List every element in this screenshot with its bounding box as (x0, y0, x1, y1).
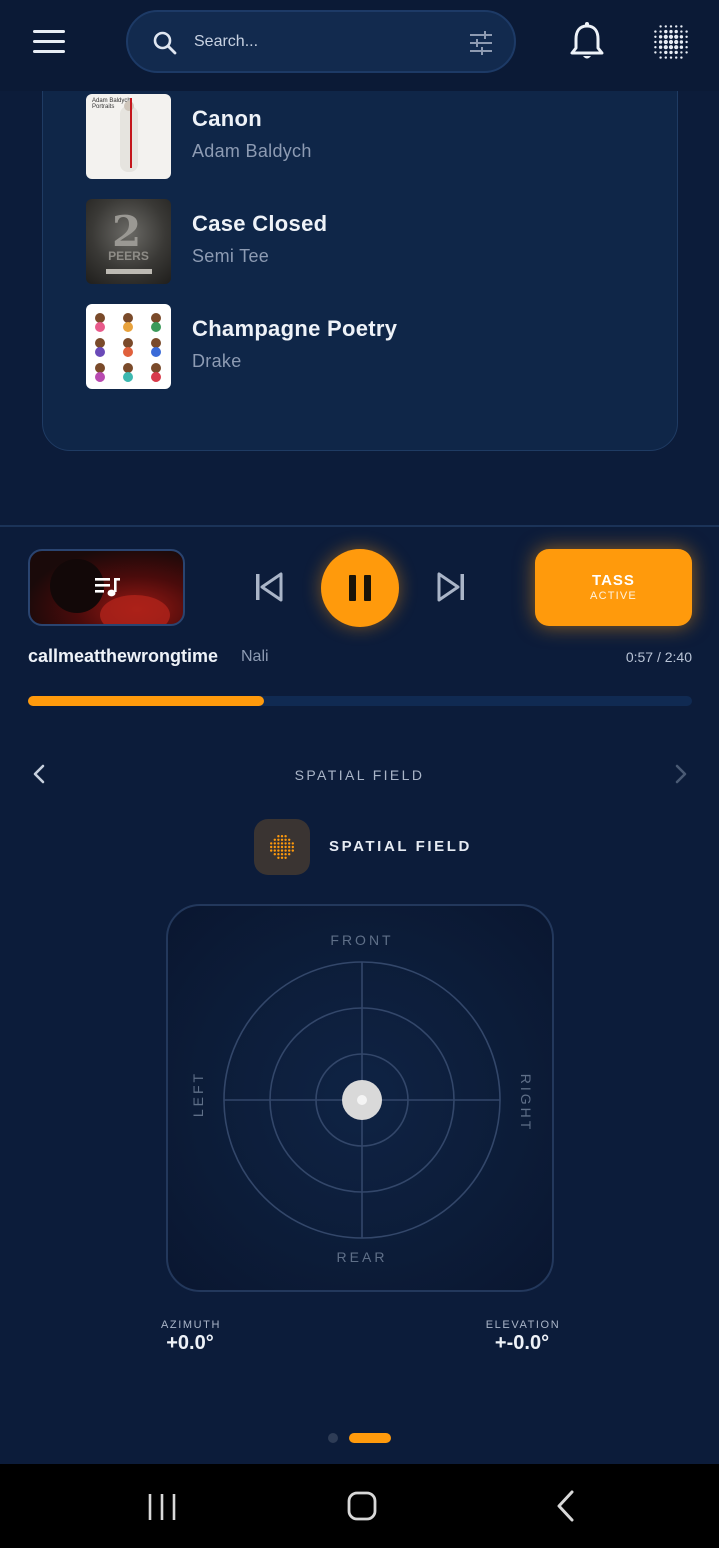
home-icon[interactable] (344, 1486, 380, 1526)
spatial-field-pad[interactable]: FRONT REAR LEFT RIGHT (166, 904, 554, 1292)
progress-fill (28, 696, 265, 706)
front-label: FRONT (330, 932, 394, 948)
divider (0, 525, 719, 527)
now-playing-artist: Nali (241, 648, 269, 665)
track-title: Case Closed (192, 211, 328, 236)
notification-bell-icon[interactable] (568, 22, 606, 62)
azimuth-label: AZIMUTH (160, 1319, 222, 1331)
progress-bar[interactable] (28, 696, 692, 706)
track-item[interactable]: 2 PEERS Case Closed Semi Tee (86, 199, 646, 285)
track-title: Canon (192, 106, 262, 131)
recent-apps-icon[interactable] (146, 1486, 178, 1526)
track-artist: Adam Baldych (192, 141, 312, 161)
search-bar[interactable]: Search... (126, 10, 516, 73)
rear-label: REAR (336, 1249, 388, 1265)
back-icon[interactable] (552, 1486, 580, 1526)
section-title: SPATIAL FIELD (294, 767, 425, 783)
page-indicator-dot[interactable] (328, 1433, 338, 1443)
spatial-field-heading: SPATIAL FIELD (329, 838, 472, 855)
track-title: Champagne Poetry (192, 316, 398, 341)
top-bar: Search... (0, 0, 719, 91)
tass-toggle-button[interactable]: TASS ACTIVE (535, 549, 692, 626)
search-input[interactable]: Search... (194, 33, 258, 51)
spatial-field-rings (223, 961, 501, 1239)
pause-button[interactable] (321, 549, 399, 627)
album-art: 2 PEERS (86, 199, 171, 284)
tass-label: TASS (592, 572, 635, 589)
system-nav-bar (0, 1464, 719, 1548)
elevation-value: +-0.0° (494, 1332, 550, 1354)
chevron-right-icon[interactable] (672, 764, 690, 784)
spatial-grid-icon[interactable] (651, 22, 691, 62)
album-art: Adam Baldych Portraits (86, 94, 171, 179)
queue-music-icon (95, 578, 120, 597)
skip-next-icon[interactable] (436, 571, 466, 603)
track-artist: Drake (192, 351, 242, 371)
elevation-label: ELEVATION (485, 1319, 561, 1331)
page-indicator-active[interactable] (349, 1433, 391, 1443)
now-playing-art[interactable] (28, 549, 185, 626)
skip-previous-icon[interactable] (254, 571, 284, 603)
spatial-field-icon (254, 819, 310, 875)
tass-status: ACTIVE (590, 590, 637, 602)
now-playing-title: callmeatthewrongtime (28, 646, 219, 666)
album-art-caption: PEERS (108, 249, 149, 263)
search-icon (153, 31, 177, 55)
azimuth-value: +0.0° (166, 1332, 214, 1354)
right-label: RIGHT (518, 1073, 534, 1133)
playback-time: 0:57 / 2:40 (625, 649, 692, 665)
pause-icon (349, 575, 356, 601)
track-item[interactable]: Champagne Poetry Drake (86, 304, 646, 390)
left-label: LEFT (190, 1070, 206, 1118)
track-list: Adam Baldych Portraits Canon Adam Baldyc… (42, 60, 678, 451)
track-item[interactable]: Adam Baldych Portraits Canon Adam Baldyc… (86, 94, 646, 180)
menu-icon[interactable] (29, 26, 69, 58)
album-art (86, 304, 171, 389)
track-artist: Semi Tee (192, 246, 270, 266)
filter-icon[interactable] (468, 30, 494, 56)
